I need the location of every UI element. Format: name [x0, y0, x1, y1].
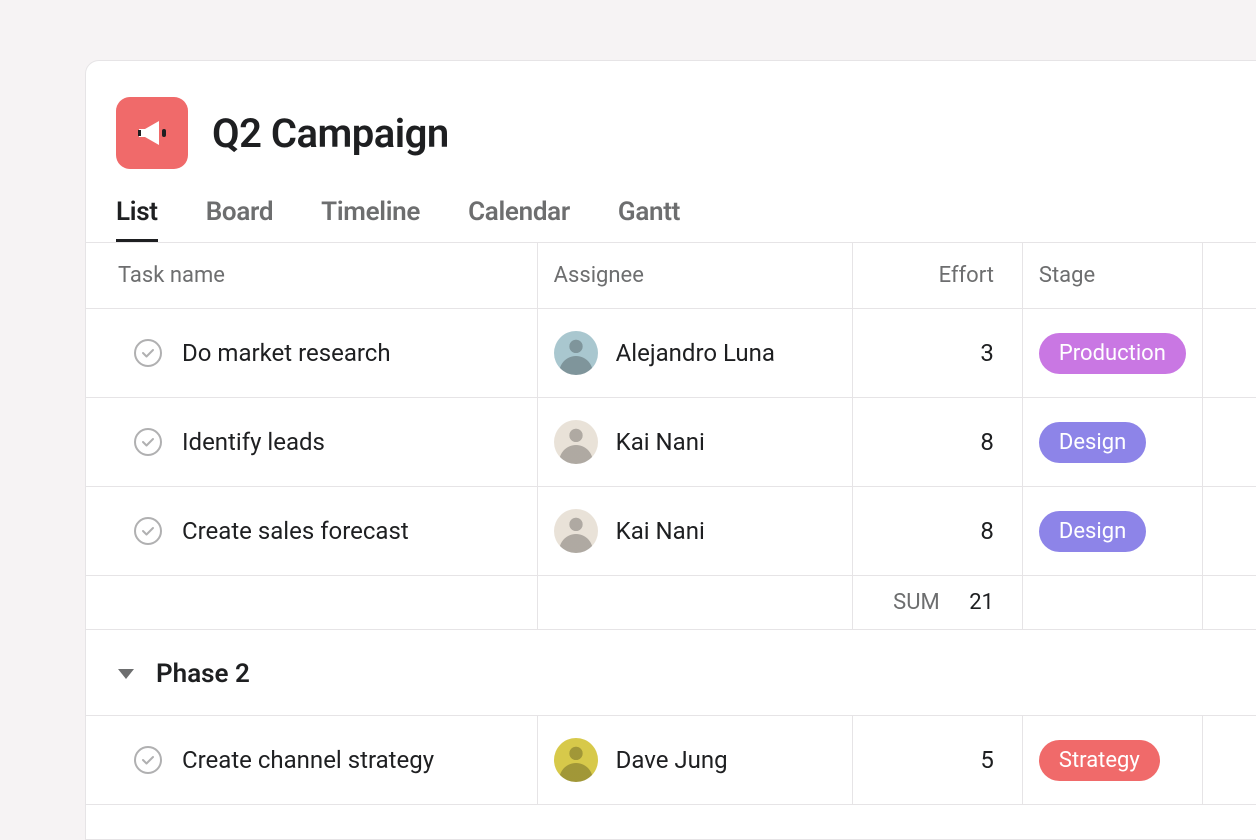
- effort-value[interactable]: 3: [852, 309, 1022, 398]
- tab-list[interactable]: List: [116, 197, 158, 242]
- chevron-down-icon: [118, 669, 134, 679]
- project-header: Q2 Campaign: [86, 61, 1256, 187]
- stage-pill[interactable]: Strategy: [1039, 740, 1160, 781]
- project-icon-tile[interactable]: [116, 97, 188, 169]
- table-header-row: Task name Assignee Effort Stage: [86, 243, 1256, 309]
- col-header-add[interactable]: [1202, 243, 1256, 309]
- task-row[interactable]: Create channel strategy Dave Jung 5 Stra…: [86, 716, 1256, 805]
- task-row[interactable]: Identify leads Kai Nani 8 Design: [86, 398, 1256, 487]
- check-icon: [141, 524, 155, 538]
- tab-calendar[interactable]: Calendar: [468, 197, 570, 242]
- megaphone-icon: [132, 113, 172, 153]
- task-name: Create sales forecast: [182, 517, 409, 545]
- col-header-stage[interactable]: Stage: [1022, 243, 1202, 309]
- section-toggle[interactable]: Phase 2: [118, 659, 250, 689]
- col-header-task[interactable]: Task name: [86, 243, 537, 309]
- sum-row: SUM 21: [86, 576, 1256, 630]
- sum-label: SUM: [893, 590, 940, 615]
- check-icon: [141, 346, 155, 360]
- complete-checkbox[interactable]: [134, 746, 162, 774]
- section-title: Phase 2: [156, 659, 250, 689]
- check-icon: [141, 753, 155, 767]
- avatar[interactable]: [554, 738, 598, 782]
- col-header-effort[interactable]: Effort: [852, 243, 1022, 309]
- section-row: Phase 2: [86, 630, 1256, 716]
- task-name: Create channel strategy: [182, 746, 434, 774]
- effort-value[interactable]: 8: [852, 487, 1022, 576]
- project-window: Q2 Campaign List Board Timeline Calendar…: [85, 60, 1256, 840]
- avatar[interactable]: [554, 420, 598, 464]
- complete-checkbox[interactable]: [134, 339, 162, 367]
- avatar[interactable]: [554, 509, 598, 553]
- sum-value: 21: [969, 590, 994, 615]
- view-tabs: List Board Timeline Calendar Gantt: [86, 187, 1256, 242]
- stage-pill[interactable]: Production: [1039, 333, 1186, 374]
- avatar[interactable]: [554, 331, 598, 375]
- tab-board[interactable]: Board: [206, 197, 273, 242]
- assignee-name: Alejandro Luna: [616, 339, 775, 367]
- assignee-name: Kai Nani: [616, 428, 705, 456]
- assignee-name: Dave Jung: [616, 746, 728, 774]
- project-title: Q2 Campaign: [212, 110, 449, 157]
- tab-gantt[interactable]: Gantt: [618, 197, 680, 242]
- stage-pill[interactable]: Design: [1039, 511, 1146, 552]
- check-icon: [141, 435, 155, 449]
- effort-value[interactable]: 5: [852, 716, 1022, 805]
- task-row[interactable]: Do market research Alejandro Luna 3 Prod…: [86, 309, 1256, 398]
- task-table: Task name Assignee Effort Stage Do marke…: [86, 242, 1256, 805]
- stage-pill[interactable]: Design: [1039, 422, 1146, 463]
- assignee-name: Kai Nani: [616, 517, 705, 545]
- complete-checkbox[interactable]: [134, 428, 162, 456]
- effort-value[interactable]: 8: [852, 398, 1022, 487]
- task-name: Identify leads: [182, 428, 325, 456]
- task-name: Do market research: [182, 339, 391, 367]
- tab-timeline[interactable]: Timeline: [321, 197, 420, 242]
- task-row[interactable]: Create sales forecast Kai Nani 8 Design: [86, 487, 1256, 576]
- complete-checkbox[interactable]: [134, 517, 162, 545]
- col-header-assignee[interactable]: Assignee: [537, 243, 852, 309]
